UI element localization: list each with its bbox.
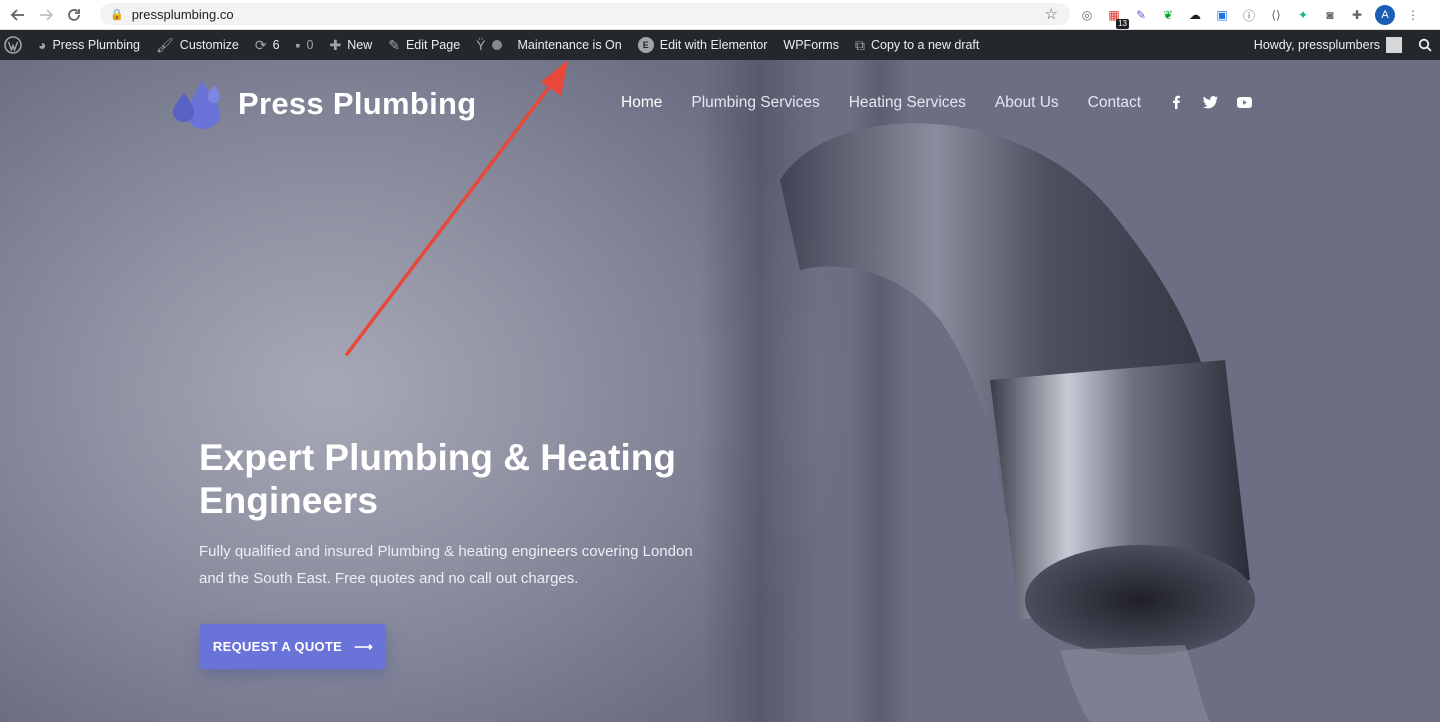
url-text: pressplumbing.co bbox=[131, 6, 234, 22]
site-name-label: Press Plumbing bbox=[52, 38, 141, 52]
request-quote-button[interactable]: REQUEST A QUOTE ⟶ bbox=[200, 624, 386, 669]
yoast-icon: Ÿ bbox=[476, 37, 486, 53]
comments-count: 0 bbox=[306, 38, 314, 52]
forward-icon[interactable] bbox=[32, 1, 60, 29]
copy-draft-link[interactable]: ⧉ Copy to a new draft bbox=[847, 30, 987, 60]
updates-count: 6 bbox=[272, 38, 280, 52]
hero-section: Press Plumbing Home Plumbing Services He… bbox=[0, 60, 1440, 722]
extension-icon[interactable]: ▣ bbox=[1213, 6, 1231, 24]
search-icon bbox=[1418, 38, 1432, 52]
updates-link[interactable]: ⟳ 6 bbox=[247, 30, 288, 60]
my-account-menu[interactable]: Howdy, pressplumbers bbox=[1246, 30, 1410, 60]
facebook-icon[interactable] bbox=[1168, 94, 1184, 110]
extension-icon[interactable]: ◎ bbox=[1078, 6, 1096, 24]
extension-icon[interactable]: ✎ bbox=[1132, 6, 1150, 24]
site-name-menu[interactable]: ◕ Press Plumbing bbox=[30, 30, 148, 60]
howdy-label: Howdy, pressplumbers bbox=[1253, 38, 1380, 52]
elementor-icon: E bbox=[637, 37, 654, 53]
hero-subtext: Fully qualified and insured Plumbing & h… bbox=[199, 543, 693, 587]
customize-label: Customize bbox=[179, 38, 239, 52]
pencil-icon: ✎ bbox=[388, 36, 400, 53]
admin-search[interactable] bbox=[1410, 30, 1440, 60]
avatar bbox=[1386, 37, 1402, 53]
menu-item-heating-services[interactable]: Heating Services bbox=[849, 94, 966, 112]
copy-draft-label: Copy to a new draft bbox=[870, 38, 980, 52]
wordpress-icon bbox=[4, 36, 22, 54]
new-label: New bbox=[347, 38, 373, 52]
comment-icon: ▪ bbox=[295, 37, 301, 53]
info-icon[interactable]: ⓘ bbox=[1240, 6, 1258, 24]
puzzle-icon[interactable]: ✚ bbox=[1348, 6, 1366, 24]
cloud-icon[interactable]: ☁ bbox=[1186, 6, 1204, 24]
back-icon[interactable] bbox=[4, 1, 32, 29]
hero-headline: Expert Plumbing & Heating Engineers bbox=[199, 437, 676, 521]
logo-text: Press Plumbing bbox=[238, 86, 477, 121]
admin-bar-right: Howdy, pressplumbers bbox=[1246, 30, 1440, 60]
new-content-menu[interactable]: ✚ New bbox=[321, 30, 380, 60]
lock-icon: 🔒 bbox=[110, 8, 124, 21]
bookmark-star-icon[interactable]: ☆ bbox=[1045, 5, 1058, 23]
plus-icon: ✚ bbox=[329, 36, 342, 53]
menu-item-home[interactable]: Home bbox=[621, 94, 662, 112]
cta-label: REQUEST A QUOTE bbox=[212, 639, 343, 654]
dashboard-icon: ◕ bbox=[38, 37, 47, 53]
wp-admin-bar: ◕ Press Plumbing 🖌 Customize ⟳ 6 ▪ 0 ✚ N… bbox=[0, 30, 1440, 60]
water-drops-icon bbox=[173, 80, 220, 129]
reload-icon[interactable] bbox=[60, 1, 88, 29]
edit-page-label: Edit Page bbox=[405, 38, 461, 52]
menu-item-plumbing-services[interactable]: Plumbing Services bbox=[691, 94, 819, 112]
wpforms-label: WPForms bbox=[783, 38, 839, 52]
seo-status-dot-icon bbox=[491, 40, 502, 50]
edit-elementor-link[interactable]: E Edit with Elementor bbox=[630, 30, 776, 60]
evernote-icon[interactable]: ❦ bbox=[1159, 6, 1177, 24]
extension-badge-icon[interactable]: ▦ 13 bbox=[1105, 6, 1129, 29]
background-faucet-image bbox=[780, 123, 1255, 722]
code-icon[interactable]: ⟨⟩ bbox=[1267, 6, 1285, 24]
yoast-menu[interactable]: Ÿ bbox=[468, 30, 509, 60]
edit-page-link[interactable]: ✎ Edit Page bbox=[380, 30, 468, 60]
customize-link[interactable]: 🖌 Customize bbox=[148, 30, 247, 60]
wp-logo-menu[interactable] bbox=[0, 30, 30, 60]
extension-icon[interactable]: ✦ bbox=[1294, 6, 1312, 24]
updates-icon: ⟳ bbox=[254, 36, 267, 53]
browser-toolbar: 🔒 pressplumbing.co ☆ ◎ ▦ 13 ✎ ❦ ☁ ▣ ⓘ ⟨⟩ … bbox=[0, 0, 1440, 30]
menu-icon[interactable]: ⋮ bbox=[1404, 6, 1422, 24]
twitter-icon[interactable] bbox=[1202, 94, 1218, 110]
maintenance-label: Maintenance is On bbox=[517, 38, 622, 52]
profile-avatar[interactable]: A bbox=[1375, 5, 1395, 25]
copy-icon: ⧉ bbox=[854, 36, 865, 53]
wpforms-link[interactable]: WPForms bbox=[775, 30, 847, 60]
menu-item-about-us[interactable]: About Us bbox=[995, 94, 1059, 112]
youtube-icon[interactable] bbox=[1236, 94, 1252, 110]
menu-item-contact[interactable]: Contact bbox=[1088, 94, 1141, 112]
social-links bbox=[1168, 94, 1252, 110]
camera-icon[interactable]: ◙ bbox=[1321, 6, 1339, 24]
extensions-bar: ◎ ▦ 13 ✎ ❦ ☁ ▣ ⓘ ⟨⟩ ✦ ◙ ✚ A ⋮ bbox=[1078, 4, 1422, 29]
maintenance-status[interactable]: Maintenance is On bbox=[510, 30, 630, 60]
edit-elementor-label: Edit with Elementor bbox=[659, 38, 768, 52]
arrow-right-icon: ⟶ bbox=[354, 638, 374, 654]
comments-link[interactable]: ▪ 0 bbox=[288, 30, 322, 60]
brush-icon: 🖌 bbox=[156, 36, 174, 53]
address-bar[interactable]: 🔒 pressplumbing.co ☆ bbox=[100, 3, 1070, 25]
site-logo[interactable]: Press Plumbing bbox=[170, 78, 477, 130]
main-menu: Home Plumbing Services Heating Services … bbox=[621, 94, 1141, 112]
